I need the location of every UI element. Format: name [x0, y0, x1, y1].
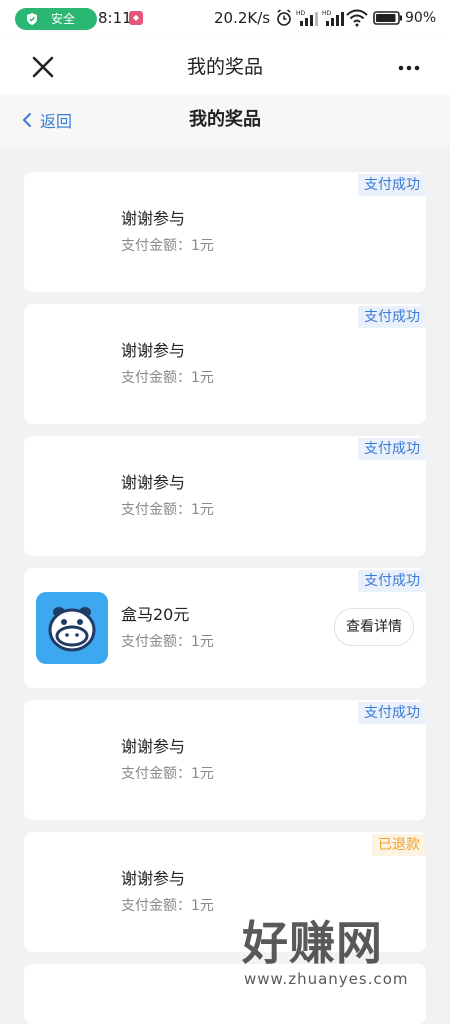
shield-icon: [27, 13, 37, 25]
section-title: 我的奖品: [189, 109, 261, 130]
status-badge: 已退款: [372, 834, 426, 856]
status-badge: 支付成功: [358, 570, 426, 592]
title-bar: 我的奖品: [0, 36, 450, 94]
page-title: 我的奖品: [186, 56, 263, 78]
prize-amount: 支付金额：1元: [121, 502, 214, 518]
prize-amount: 支付金额：1元: [121, 370, 214, 386]
prize-card[interactable]: 支付成功 谢谢参与 支付金额：1元: [24, 700, 426, 820]
signal-hd-2-icon: HD: [322, 10, 344, 26]
prize-amount: 支付金额：1元: [121, 238, 214, 254]
status-badge: 支付成功: [358, 306, 426, 328]
prize-title: 谢谢参与: [121, 209, 186, 228]
prize-card[interactable]: 支付成功 盒马20元 支付金额：1元 查看详情: [24, 568, 426, 688]
prize-amount: 支付金额：1元: [121, 766, 214, 782]
prize-title: 盒马20元: [121, 605, 190, 624]
watermark-title: 好赚网: [242, 916, 383, 970]
prize-title: 谢谢参与: [121, 869, 186, 888]
clock: 8:11: [98, 9, 132, 27]
safe-label: 安全: [51, 12, 76, 26]
svg-text:HD: HD: [322, 10, 332, 17]
prize-card[interactable]: 支付成功 谢谢参与 支付金额：1元: [24, 436, 426, 556]
prize-title: 谢谢参与: [121, 341, 186, 360]
watermark-url: www.zhuanyes.com: [244, 970, 409, 988]
watermark: 好赚网 www.zhuanyes.com: [240, 915, 440, 995]
status-bar: 安全 8:11 ◆ 20.2K/s HD HD 90%: [0, 0, 450, 36]
alarm-icon: [277, 9, 291, 26]
prize-amount: 支付金额：1元: [121, 634, 214, 650]
prize-list: 支付成功 谢谢参与 支付金额：1元 支付成功 谢谢参与 支付金额：1元 支付成功…: [24, 172, 426, 1024]
prize-title: 谢谢参与: [121, 473, 186, 492]
prize-card[interactable]: 支付成功 谢谢参与 支付金额：1元: [24, 172, 426, 292]
status-badge: 支付成功: [358, 174, 426, 196]
view-details-button[interactable]: 查看详情: [334, 608, 414, 646]
network-speed: 20.2K/s: [214, 9, 271, 27]
wifi-icon: [346, 9, 368, 27]
sub-header: 返回 我的奖品: [0, 94, 450, 147]
battery-icon: [373, 11, 402, 25]
status-badge: 支付成功: [358, 438, 426, 460]
prize-title: 谢谢参与: [121, 737, 186, 756]
hippo-icon: [36, 592, 108, 664]
prize-amount: 支付金额：1元: [121, 898, 214, 914]
prize-card[interactable]: 支付成功 谢谢参与 支付金额：1元: [24, 304, 426, 424]
signal-hd-1-icon: HD: [296, 10, 318, 26]
status-badge: 支付成功: [358, 702, 426, 724]
more-dots-icon[interactable]: [394, 56, 424, 80]
safe-badge: 安全: [15, 8, 97, 30]
app-notification-icon: ◆: [129, 11, 143, 25]
svg-text:HD: HD: [296, 10, 306, 17]
battery-percentage: 90%: [405, 10, 437, 26]
